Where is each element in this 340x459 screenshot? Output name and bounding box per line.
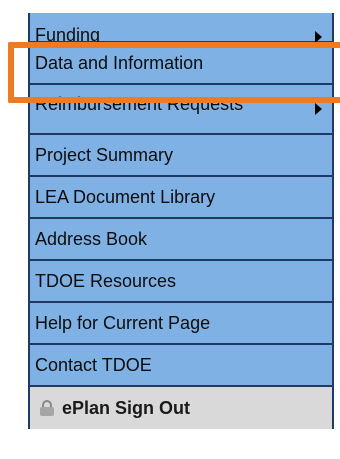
menu-item-label: Reimbursement Requests [35, 93, 244, 114]
menu-item-contact-tdoe[interactable]: Contact TDOE [30, 345, 332, 387]
page: Funding Data and Information Reimburseme… [0, 0, 340, 459]
menu-item-address-book[interactable]: Address Book [30, 219, 332, 261]
signout-button[interactable]: ePlan Sign Out [30, 387, 332, 429]
menu-item-data-and-information[interactable]: Data and Information [30, 43, 332, 85]
menu-item-label: LEA Document Library [35, 187, 216, 207]
menu-item-project-summary[interactable]: Project Summary [30, 135, 332, 177]
menu-item-label: Help for Current Page [35, 313, 211, 333]
submenu-arrow-icon [315, 31, 322, 43]
menu-item-label: TDOE Resources [35, 271, 177, 291]
menu-item-label: Data and Information [35, 53, 204, 73]
menu-item-label: Project Summary [35, 145, 174, 165]
menu-item-help-for-current-page[interactable]: Help for Current Page [30, 303, 332, 345]
signout-label: ePlan Sign Out [62, 398, 191, 418]
menu-item-tdoe-resources[interactable]: TDOE Resources [30, 261, 332, 303]
menu-item-lea-document-library[interactable]: LEA Document Library [30, 177, 332, 219]
menu-item-label: Funding [35, 25, 101, 45]
menu-item-reimbursement-requests[interactable]: Reimbursement Requests [30, 85, 332, 135]
lock-icon [40, 400, 54, 416]
navigation-menu: Funding Data and Information Reimburseme… [28, 13, 334, 429]
menu-item-funding[interactable]: Funding [30, 13, 332, 45]
menu-item-label: Address Book [35, 229, 148, 249]
menu-item-label: Contact TDOE [35, 355, 152, 375]
submenu-arrow-icon [315, 103, 322, 115]
